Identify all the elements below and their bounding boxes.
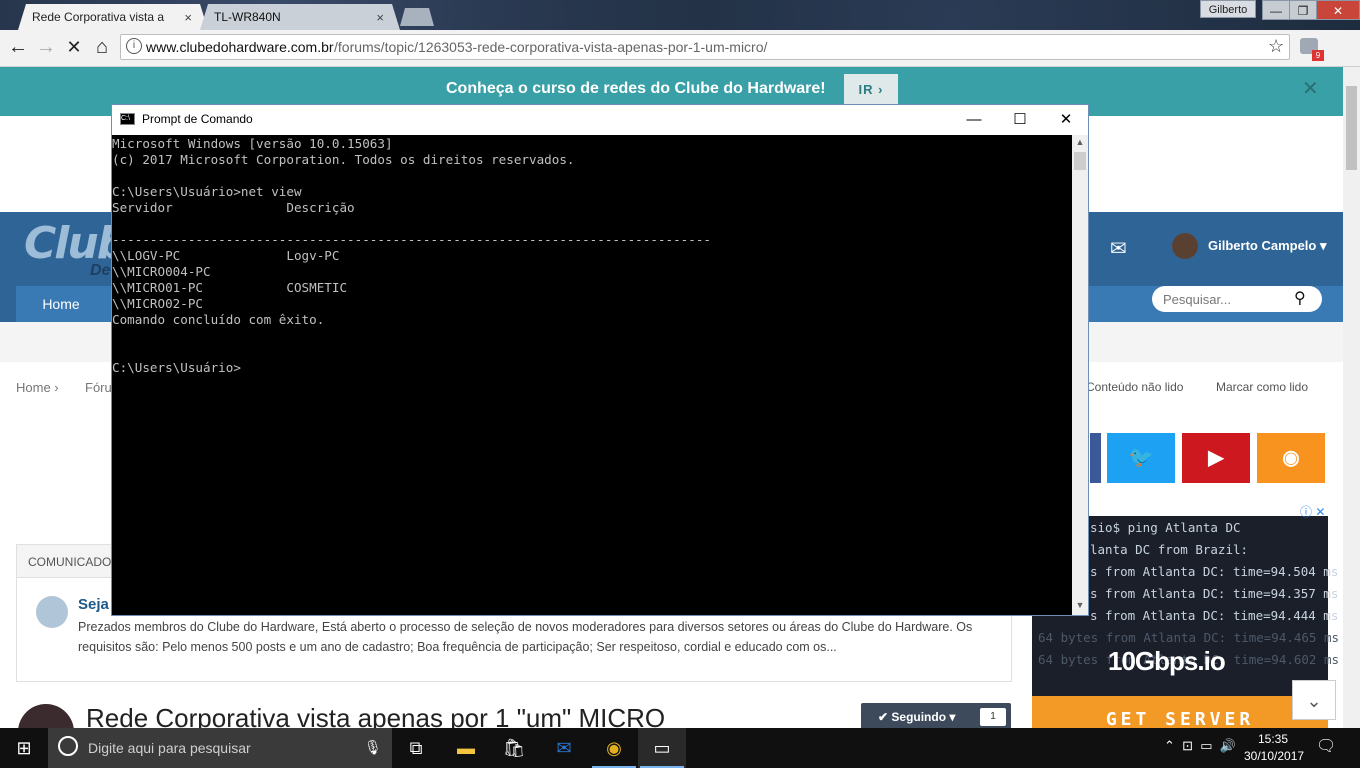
promo-banner-button[interactable]: IR › bbox=[844, 74, 898, 106]
forward-arrow-icon[interactable]: → bbox=[34, 36, 58, 58]
taskbar-search-placeholder: Digite aqui para pesquisar bbox=[88, 740, 251, 756]
system-tray-icons[interactable]: ⌃ ⊡ ▭ 🔊 bbox=[1164, 738, 1236, 754]
announcement-label: Comunicados bbox=[28, 555, 120, 569]
mark-read-link[interactable]: Marcar como lido bbox=[1216, 380, 1308, 394]
page-scroll-thumb[interactable] bbox=[1346, 86, 1357, 170]
tab-close-icon[interactable]: × bbox=[376, 10, 384, 25]
announcement-text: Prezados membros do Clube do Hardware, E… bbox=[78, 620, 973, 654]
cmd-scrollbar[interactable] bbox=[1072, 135, 1088, 615]
ad-info-icon[interactable]: ⓘ ✕ bbox=[1300, 503, 1325, 520]
ad-cta-button[interactable]: GET SERVER bbox=[1032, 696, 1328, 728]
clock-time[interactable]: 15:35 bbox=[1258, 732, 1288, 746]
follow-count: 1 bbox=[980, 708, 1006, 726]
tab-rede-corporativa[interactable]: Rede Corporativa vista a × bbox=[18, 4, 208, 30]
clock-date[interactable]: 30/10/2017 bbox=[1244, 749, 1304, 763]
ad-terminal-line: 64 bytes from Atlanta DC: time=94.465 ms bbox=[1038, 630, 1340, 645]
tab-label: TL-WR840N bbox=[214, 10, 281, 24]
announcement-title[interactable]: Seja bbox=[78, 596, 109, 613]
cmd-maximize-button[interactable]: ☐ bbox=[997, 105, 1043, 135]
notification-icon[interactable]: 🗨 bbox=[1316, 736, 1336, 756]
store-icon[interactable]: 🛍 bbox=[490, 728, 538, 768]
nav-home[interactable]: Home bbox=[16, 286, 106, 322]
avatar[interactable] bbox=[36, 596, 68, 628]
minimize-button[interactable]: — bbox=[1262, 0, 1290, 20]
url-domain: www.clubedohardware.com.br bbox=[146, 39, 334, 55]
search-placeholder: Pesquisar... bbox=[1163, 292, 1231, 307]
search-icon[interactable]: ⚲ bbox=[1294, 288, 1306, 308]
restore-button[interactable]: ❐ bbox=[1289, 0, 1317, 20]
file-explorer-icon[interactable]: ▬ bbox=[442, 728, 490, 768]
ad-terminal-line: s from Atlanta DC: time=94.444 ms bbox=[1090, 608, 1339, 623]
cmd-close-button[interactable]: ✕ bbox=[1043, 105, 1089, 135]
cmd-title-bar[interactable] bbox=[112, 105, 1088, 135]
breadcrumb-home[interactable]: Home › bbox=[16, 380, 59, 395]
outlook-icon[interactable]: ✉ bbox=[540, 728, 588, 768]
rss-icon[interactable]: ◉ bbox=[1257, 433, 1325, 483]
back-arrow-icon[interactable]: ← bbox=[6, 36, 30, 58]
youtube-icon[interactable]: ▶ bbox=[1182, 433, 1250, 483]
ad-terminal-line: lanta DC from Brazil: bbox=[1090, 542, 1249, 557]
profile-button[interactable]: Gilberto bbox=[1200, 0, 1256, 18]
cmd-taskbar-icon[interactable]: ▭ bbox=[638, 728, 686, 768]
tab-label: Rede Corporativa vista a bbox=[32, 10, 165, 24]
extension-badge: 9 bbox=[1312, 50, 1324, 61]
scroll-down-icon[interactable]: ▼ bbox=[1072, 600, 1088, 610]
cortana-icon bbox=[58, 736, 78, 756]
ad-terminal-line: sio$ ping Atlanta DC bbox=[1090, 520, 1241, 535]
new-tab-button[interactable] bbox=[400, 8, 434, 26]
follow-label: ✔ Seguindo ▾ bbox=[878, 710, 956, 724]
twitter-icon[interactable]: 🐦 bbox=[1107, 433, 1175, 483]
bookmark-star-icon[interactable]: ☆ bbox=[1268, 36, 1284, 57]
breadcrumb-forum[interactable]: Fóru bbox=[85, 380, 112, 395]
url-path: /forums/topic/1263053-rede-corporativa-v… bbox=[334, 39, 768, 55]
ad-terminal-line: s from Atlanta DC: time=94.357 ms bbox=[1090, 586, 1339, 601]
tab-tl-wr840n[interactable]: TL-WR840N × bbox=[200, 4, 400, 30]
user-menu[interactable]: Gilberto Campelo ▾ bbox=[1208, 238, 1327, 254]
microphone-icon[interactable]: 🎙 bbox=[364, 739, 382, 756]
ad-brand: 10Gbps.io bbox=[1108, 646, 1226, 676]
tab-close-icon[interactable]: × bbox=[184, 10, 192, 25]
chrome-icon[interactable]: ◉ bbox=[590, 728, 638, 768]
cmd-title: Prompt de Comando bbox=[142, 112, 253, 126]
cmd-scroll-thumb[interactable] bbox=[1074, 152, 1086, 170]
close-window-button[interactable]: ✕ bbox=[1316, 0, 1360, 20]
mail-icon[interactable]: ✉ bbox=[1110, 236, 1127, 261]
windows-start-icon[interactable]: ⊞ bbox=[0, 728, 48, 768]
unread-content-link[interactable]: Conteúdo não lido bbox=[1086, 380, 1183, 394]
cmd-output[interactable]: Microsoft Windows [versão 10.0.15063] (c… bbox=[112, 136, 711, 376]
stop-loading-icon[interactable]: ✕ bbox=[62, 36, 86, 58]
cmd-icon: C:\ bbox=[120, 113, 135, 125]
info-icon[interactable]: i bbox=[126, 38, 142, 54]
avatar[interactable] bbox=[1172, 233, 1198, 259]
scroll-up-icon[interactable]: ▲ bbox=[1072, 137, 1088, 147]
task-view-icon[interactable]: ⧉ bbox=[392, 728, 440, 768]
facebook-icon[interactable] bbox=[1090, 433, 1101, 483]
cmd-minimize-button[interactable]: — bbox=[951, 105, 997, 135]
promo-banner-text: Conheça o curso de redes do Clube do Har… bbox=[446, 80, 826, 97]
home-icon[interactable]: ⌂ bbox=[90, 36, 114, 58]
close-icon[interactable]: ✕ bbox=[1302, 76, 1319, 101]
site-logo-subtitle: De bbox=[90, 262, 111, 279]
chevron-down-icon[interactable]: ⌄ bbox=[1292, 680, 1336, 720]
ad-terminal-line: s from Atlanta DC: time=94.504 ms bbox=[1090, 564, 1339, 579]
